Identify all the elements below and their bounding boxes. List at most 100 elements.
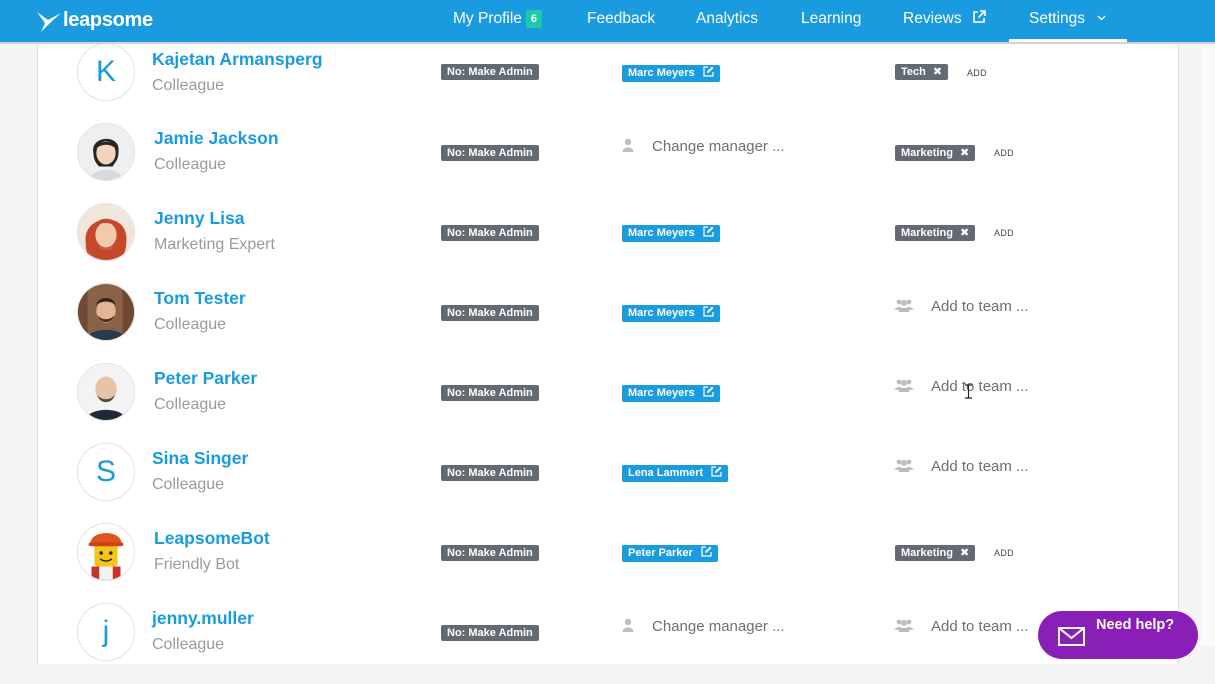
manager-name: Marc Meyers xyxy=(628,387,695,399)
user-role: Colleague xyxy=(152,476,225,493)
edit-icon xyxy=(703,386,714,397)
table-row: Tom Tester Colleague No: Make Admin Marc… xyxy=(38,283,1178,364)
table-row: Jamie Jackson Colleague No: Make Admin C… xyxy=(38,123,1178,204)
need-help-button[interactable]: Need help? xyxy=(1038,611,1198,659)
user-name-link[interactable]: LeapsomeBot xyxy=(154,528,270,549)
make-admin-button[interactable]: No: Make Admin xyxy=(441,385,539,401)
avatar[interactable] xyxy=(77,363,135,421)
user-role: Colleague xyxy=(154,316,227,333)
add-to-team-label: Add to team ... xyxy=(931,298,1029,315)
team-name: Marketing xyxy=(901,147,953,159)
nav-label: Analytics xyxy=(696,10,759,27)
make-admin-button[interactable]: No: Make Admin xyxy=(441,145,539,161)
team-name: Marketing xyxy=(901,547,953,559)
avatar[interactable] xyxy=(77,523,135,581)
nav-reviews[interactable]: Reviews xyxy=(903,0,986,42)
add-team-button[interactable]: ADD xyxy=(994,148,1014,158)
nav-analytics[interactable]: Analytics xyxy=(696,0,758,42)
nav-my-profile[interactable]: My Profile 6 xyxy=(453,0,543,42)
user-name-link[interactable]: Tom Tester xyxy=(154,288,246,309)
brand-name: leapsome xyxy=(63,8,153,31)
make-admin-button[interactable]: No: Make Admin xyxy=(441,225,539,241)
user-role: Colleague xyxy=(154,156,227,173)
make-admin-button[interactable]: No: Make Admin xyxy=(441,305,539,321)
add-team-button[interactable]: ADD xyxy=(994,228,1014,238)
add-to-team-label: Add to team ... xyxy=(931,378,1029,395)
make-admin-button[interactable]: No: Make Admin xyxy=(441,545,539,561)
user-icon xyxy=(622,618,634,632)
edit-icon xyxy=(703,226,714,237)
avatar[interactable] xyxy=(77,123,135,181)
users-group-icon xyxy=(895,459,913,472)
remove-team-icon[interactable]: ✖ xyxy=(960,545,969,561)
user-photo xyxy=(78,284,134,340)
user-name-link[interactable]: Jamie Jackson xyxy=(154,128,279,149)
avatar[interactable]: K xyxy=(77,43,135,101)
table-row: j jenny.muller Colleague No: Make Admin … xyxy=(38,603,1178,684)
avatar[interactable]: j xyxy=(77,603,135,661)
manager-tag[interactable]: Marc Meyers xyxy=(622,65,720,82)
manager-name: Peter Parker xyxy=(628,547,693,559)
add-team-button[interactable]: ADD xyxy=(994,548,1014,558)
users-list: K Kajetan Armansperg Colleague No: Make … xyxy=(37,43,1179,664)
add-to-team-field[interactable]: Add to team ... xyxy=(895,298,1029,315)
table-row: Peter Parker Colleague No: Make Admin Ma… xyxy=(38,363,1178,444)
manager-tag[interactable]: Marc Meyers xyxy=(622,225,720,242)
user-photo xyxy=(78,364,134,420)
user-icon xyxy=(622,138,634,152)
table-row: LeapsomeBot Friendly Bot No: Make Admin … xyxy=(38,523,1178,604)
manager-tag[interactable]: Marc Meyers xyxy=(622,385,720,402)
brand-logo[interactable]: leapsome xyxy=(36,6,153,36)
avatar[interactable] xyxy=(77,283,135,341)
team-name: Marketing xyxy=(901,227,953,239)
notification-badge: 6 xyxy=(525,10,543,28)
manager-tag[interactable]: Marc Meyers xyxy=(622,305,720,322)
remove-team-icon[interactable]: ✖ xyxy=(933,64,942,80)
team-name: Tech xyxy=(901,66,926,78)
add-to-team-field[interactable]: Add to team ... xyxy=(895,378,1029,395)
top-navbar: leapsome My Profile 6 Feedback Analytics … xyxy=(0,0,1215,44)
scrollbar-track[interactable] xyxy=(1201,48,1215,646)
make-admin-button[interactable]: No: Make Admin xyxy=(441,64,539,80)
nav-label: Feedback xyxy=(587,10,656,27)
user-name-link[interactable]: Jenny Lisa xyxy=(154,208,244,229)
remove-team-icon[interactable]: ✖ xyxy=(960,225,969,241)
edit-icon xyxy=(703,66,714,77)
add-to-team-field[interactable]: Add to team ... xyxy=(895,458,1029,475)
manager-tag[interactable]: Lena Lammert xyxy=(622,465,729,482)
edit-icon xyxy=(701,546,712,557)
chevron-down-icon xyxy=(1097,15,1106,21)
avatar-initial: j xyxy=(102,615,110,648)
user-role: Colleague xyxy=(152,636,225,653)
edit-icon xyxy=(711,466,722,477)
change-manager-field[interactable]: Change manager ... xyxy=(622,618,785,635)
avatar[interactable]: S xyxy=(77,443,135,501)
nav-feedback[interactable]: Feedback xyxy=(587,0,655,42)
remove-team-icon[interactable]: ✖ xyxy=(960,145,969,161)
text-cursor-icon xyxy=(965,384,972,399)
user-name-link[interactable]: jenny.muller xyxy=(152,608,254,629)
user-role: Colleague xyxy=(154,396,227,413)
change-manager-field[interactable]: Change manager ... xyxy=(622,138,785,155)
leapsome-bird-icon xyxy=(37,12,61,32)
user-name-link[interactable]: Kajetan Armansperg xyxy=(152,49,323,70)
user-name-link[interactable]: Peter Parker xyxy=(154,368,257,389)
table-row: K Kajetan Armansperg Colleague No: Make … xyxy=(38,43,1178,124)
user-name-link[interactable]: Sina Singer xyxy=(152,448,248,469)
avatar[interactable] xyxy=(77,203,135,261)
table-row: S Sina Singer Colleague No: Make Admin L… xyxy=(38,443,1178,524)
nav-settings[interactable]: Settings xyxy=(1009,0,1127,42)
make-admin-button[interactable]: No: Make Admin xyxy=(441,465,539,481)
users-group-icon xyxy=(895,619,913,632)
nav-learning[interactable]: Learning xyxy=(801,0,861,42)
avatar-initial: S xyxy=(95,455,116,488)
make-admin-button[interactable]: No: Make Admin xyxy=(441,625,539,641)
manager-tag[interactable]: Peter Parker xyxy=(622,545,718,562)
bot-avatar xyxy=(78,524,134,580)
add-team-button[interactable]: ADD xyxy=(967,68,987,78)
users-group-icon xyxy=(895,299,913,312)
team-tag: Tech ✖ xyxy=(895,64,949,80)
user-role: Friendly Bot xyxy=(154,556,240,573)
need-help-label: Need help? xyxy=(1096,617,1175,633)
add-to-team-field[interactable]: Add to team ... xyxy=(895,618,1029,635)
